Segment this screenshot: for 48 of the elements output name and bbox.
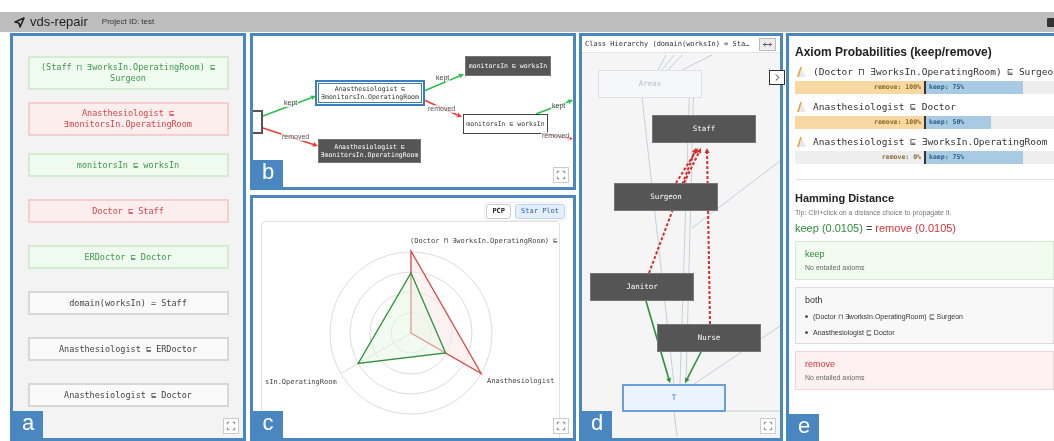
section-heading: Axiom Probabilities (keep/remove) <box>795 45 993 59</box>
panel-letter: c <box>253 411 283 438</box>
axiom-card[interactable]: (Staff ⊓ ∃worksIn.OperatingRoom) ⊑ Surgeon <box>27 56 229 90</box>
axiom-card[interactable]: Anasthesiologist ⊑ ∃monitorsIn.OperatingRoom <box>27 102 229 136</box>
project-id: Project ID: test <box>101 16 155 28</box>
panel-letter: b <box>253 160 283 187</box>
fullscreen-button[interactable] <box>553 167 569 183</box>
axiom-name: Anasthesiologist ⊑ ∃worksIn.OperatingRoom <box>813 134 1048 149</box>
cone-icon <box>795 66 807 78</box>
edge-line <box>673 411 678 437</box>
swap-width-button[interactable] <box>759 37 776 51</box>
keep-score: keep (0.0105) <box>795 222 863 235</box>
axiom-card[interactable]: Anasthesiologist ⊑ Doctor <box>27 383 229 407</box>
panel-letter: d <box>582 411 612 438</box>
fullscreen-icon <box>556 421 566 431</box>
logo-icon <box>14 16 25 28</box>
axiom-card[interactable]: monitorsIn ⊑ worksIn <box>27 153 229 177</box>
horizontal-arrows-icon <box>763 39 772 49</box>
panel-letter: a <box>13 411 43 438</box>
group-title: both <box>805 294 824 306</box>
fullscreen-button[interactable] <box>553 418 569 434</box>
fullscreen-button[interactable] <box>223 418 239 434</box>
edge-line <box>661 54 675 71</box>
relation-sign: = <box>865 222 873 235</box>
remove-score: remove (0.0105) <box>875 222 957 235</box>
fullscreen-icon <box>226 421 236 431</box>
axiom-name: Anasthesiologist ⊑ Doctor <box>813 99 956 114</box>
axiom-card[interactable]: domain(worksIn) = Staff <box>27 291 229 315</box>
axiom-name: (Doctor ⊓ ∃worksIn.OperatingRoom) ⊑ Surgeo <box>813 64 1054 79</box>
fullscreen-icon <box>556 170 566 180</box>
bullet-icon <box>805 315 808 318</box>
axiom-card[interactable]: Doctor ⊑ Staff <box>27 199 229 223</box>
section-heading: Hamming Distance <box>795 191 896 205</box>
bullet-icon <box>805 331 808 334</box>
group-title: keep <box>805 248 826 260</box>
axiom-card[interactable]: Anasthesiologist ⊑ ERDoctor <box>27 337 229 361</box>
app-title: vds-repair <box>30 13 88 32</box>
collapse-button[interactable] <box>769 70 785 85</box>
edge-arrow <box>423 73 464 92</box>
group-title: remove <box>805 358 836 370</box>
axiom-card[interactable]: ERDoctor ⊑ Doctor <box>27 245 229 269</box>
tree-node[interactable] <box>253 110 263 134</box>
panel-letter: e <box>789 414 819 441</box>
cone-icon <box>795 136 807 148</box>
fullscreen-icon <box>763 421 773 431</box>
fullscreen-button[interactable] <box>760 418 776 434</box>
cone-icon <box>795 101 807 113</box>
arrow <box>685 351 702 383</box>
